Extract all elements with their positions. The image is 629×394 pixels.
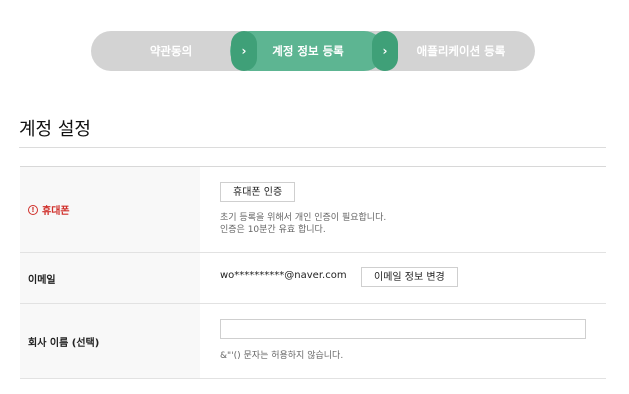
change-email-button[interactable]: 이메일 정보 변경 [361,267,458,287]
warning-icon: ! [28,204,38,215]
account-settings-form: ! 휴대폰 휴대폰 인증 초기 등록을 위해서 개인 인증이 필요합니다. 인증… [20,166,606,379]
chevron-right-icon: › [382,44,388,58]
email-label: 이메일 [20,253,200,303]
step-app-registration: 애플리케이션 등록 [416,44,506,58]
step-account-info: 계정 정보 등록 [272,44,344,58]
company-help: &"'() 문자는 허용하지 않습니다. [220,351,344,361]
step-separator-2: › [372,31,398,71]
email-row: 이메일 wo**********@naver.com 이메일 정보 변경 [20,253,606,304]
phone-verify-button[interactable]: 휴대폰 인증 [220,182,296,202]
company-name-input[interactable] [220,319,586,339]
chevron-right-icon: › [241,44,247,58]
phone-help-line-2: 인증은 10분간 유효 합니다. [220,225,326,235]
signup-stepper: 약관동의 계정 정보 등록 애플리케이션 등록 › › [91,31,535,71]
phone-content: 휴대폰 인증 초기 등록을 위해서 개인 인증이 필요합니다. 인증은 10분간… [200,167,606,252]
email-value: wo**********@naver.com [220,270,347,281]
email-content: wo**********@naver.com 이메일 정보 변경 [200,253,606,303]
company-content: &"'() 문자는 허용하지 않습니다. [200,304,606,378]
phone-label-text: 휴대폰 [42,206,70,217]
step-terms-agreement: 약관동의 [149,44,193,58]
title-divider [19,147,606,148]
phone-help-line-1: 초기 등록을 위해서 개인 인증이 필요합니다. [220,213,387,223]
page-title: 계정 설정 [19,119,91,140]
company-label: 회사 이름 (선택) [20,304,200,378]
company-row: 회사 이름 (선택) &"'() 문자는 허용하지 않습니다. [20,304,606,379]
step-separator-1: › [231,31,257,71]
phone-label: ! 휴대폰 [20,167,200,252]
phone-row: ! 휴대폰 휴대폰 인증 초기 등록을 위해서 개인 인증이 필요합니다. 인증… [20,167,606,253]
